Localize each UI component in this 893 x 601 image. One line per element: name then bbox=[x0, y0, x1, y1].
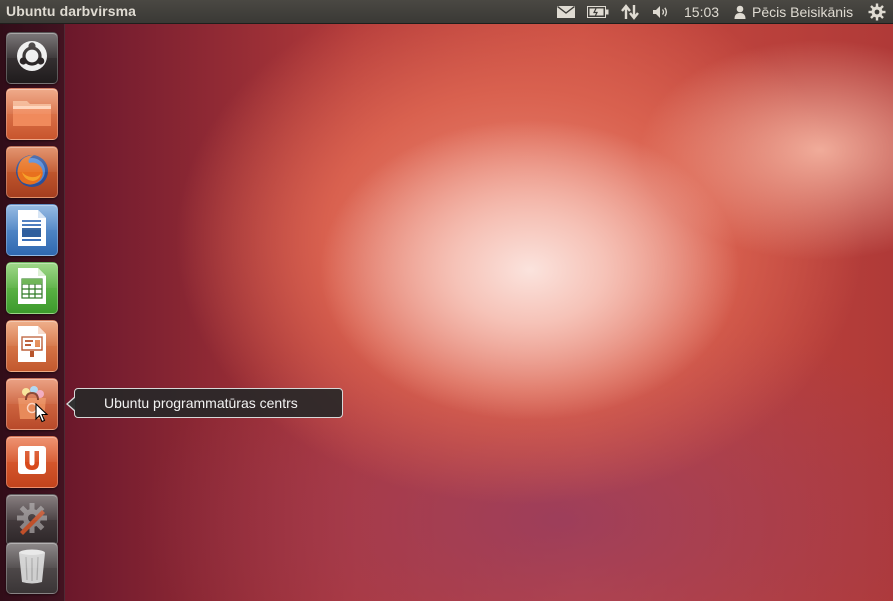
user-icon[interactable] bbox=[733, 0, 747, 24]
launcher-tooltip: Ubuntu programmatūras centrs bbox=[66, 388, 343, 418]
desktop-wallpaper[interactable] bbox=[0, 0, 893, 601]
mouse-pointer-icon bbox=[35, 402, 49, 428]
launcher-item-libreoffice-impress[interactable] bbox=[6, 320, 58, 372]
trash-icon bbox=[15, 547, 49, 590]
launcher-item-files[interactable] bbox=[6, 88, 58, 140]
gear-icon[interactable] bbox=[867, 0, 887, 24]
clock[interactable]: 15:03 bbox=[684, 4, 719, 20]
ubuntu-logo-icon bbox=[15, 39, 49, 78]
session-username[interactable]: Pēcis Beisikānis bbox=[752, 4, 853, 20]
top-panel: Ubuntu darbvirsma 15:03 Pēcis Beisikānis bbox=[0, 0, 893, 24]
launcher-item-firefox[interactable] bbox=[6, 146, 58, 198]
launcher bbox=[0, 24, 65, 601]
volume-icon[interactable] bbox=[651, 0, 671, 24]
window-title: Ubuntu darbvirsma bbox=[6, 3, 137, 19]
ubuntu-one-icon bbox=[15, 443, 49, 482]
network-icon[interactable] bbox=[620, 0, 640, 24]
launcher-item-libreoffice-calc[interactable] bbox=[6, 262, 58, 314]
mail-icon[interactable] bbox=[556, 0, 576, 24]
tooltip-label: Ubuntu programmatūras centrs bbox=[104, 395, 298, 411]
battery-icon[interactable] bbox=[587, 0, 609, 24]
launcher-item-ubuntu-one[interactable] bbox=[6, 436, 58, 488]
launcher-item-dash-home[interactable] bbox=[6, 32, 58, 84]
launcher-item-ubuntu-software-center[interactable] bbox=[6, 378, 58, 430]
folder-icon bbox=[11, 95, 53, 134]
calc-icon bbox=[15, 266, 49, 311]
settings-icon bbox=[12, 498, 52, 543]
launcher-item-system-settings[interactable] bbox=[6, 494, 58, 546]
impress-icon bbox=[15, 324, 49, 369]
launcher-item-trash[interactable] bbox=[6, 542, 58, 594]
firefox-icon bbox=[12, 150, 52, 195]
launcher-item-libreoffice-writer[interactable] bbox=[6, 204, 58, 256]
writer-icon bbox=[15, 208, 49, 253]
